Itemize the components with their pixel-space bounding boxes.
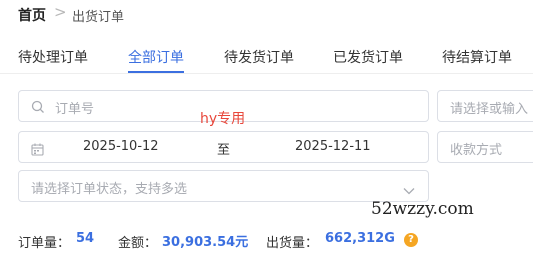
select-or-input-field[interactable]: 请选择或输入 bbox=[437, 90, 533, 122]
tab-to-ship[interactable]: 待发货订单 bbox=[224, 47, 294, 67]
search-icon bbox=[31, 99, 45, 118]
tab-pending[interactable]: 待处理订单 bbox=[18, 47, 88, 67]
date-start-value[interactable]: 2025-10-12 bbox=[83, 139, 159, 154]
shipment-value: 662,312G bbox=[325, 231, 395, 246]
date-range-separator: 至 bbox=[217, 143, 231, 158]
order-number-placeholder: 订单号 bbox=[55, 102, 95, 117]
breadcrumb-separator-icon: > bbox=[54, 3, 67, 21]
order-count-label: 订单量： bbox=[18, 236, 71, 251]
watermark-site: 52wzzy.com bbox=[371, 199, 474, 219]
chevron-down-icon bbox=[403, 181, 415, 200]
payment-method-placeholder: 收款方式 bbox=[450, 143, 503, 158]
tab-all[interactable]: 全部订单 bbox=[128, 47, 184, 67]
order-count-value: 54 bbox=[76, 231, 95, 246]
watermark-hy: hy专用 bbox=[200, 111, 246, 127]
breadcrumb-home[interactable]: 首页 bbox=[18, 5, 46, 25]
amount-label: 金额： bbox=[118, 236, 158, 251]
amount-value: 30,903.54元 bbox=[162, 235, 249, 250]
order-status-select[interactable]: 请选择订单状态，支持多选 bbox=[18, 170, 429, 202]
tabs-divider bbox=[0, 73, 533, 74]
shipment-label: 出货量： bbox=[266, 236, 319, 251]
tab-shipped[interactable]: 已发货订单 bbox=[333, 47, 403, 67]
tab-to-settle[interactable]: 待结算订单 bbox=[442, 47, 512, 67]
calendar-icon bbox=[31, 141, 44, 160]
help-icon[interactable]: ? bbox=[404, 233, 418, 247]
breadcrumb-current: 出货订单 bbox=[72, 10, 125, 25]
payment-method-select[interactable]: 收款方式 bbox=[437, 131, 533, 163]
date-end-value[interactable]: 2025-12-11 bbox=[295, 139, 371, 154]
select-or-input-placeholder: 请选择或输入 bbox=[450, 102, 529, 117]
order-status-placeholder: 请选择订单状态，支持多选 bbox=[31, 182, 188, 197]
date-range-picker[interactable]: 2025-10-12 至 2025-12-11 bbox=[18, 131, 429, 163]
